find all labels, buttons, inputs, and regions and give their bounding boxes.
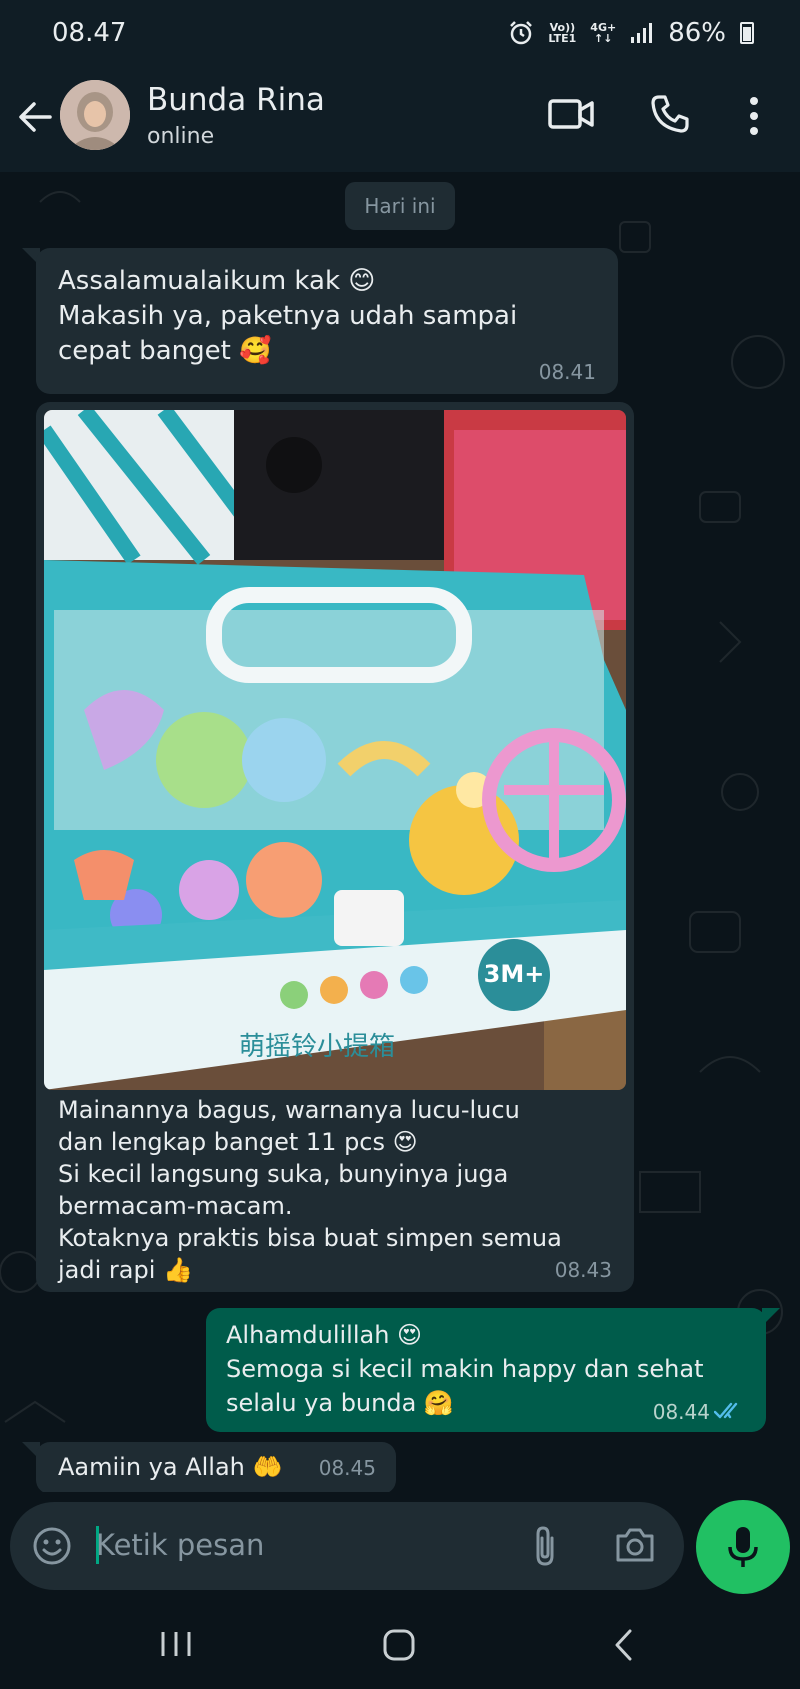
system-nav-bar bbox=[0, 1600, 800, 1689]
chat-header: Bunda Rina online bbox=[0, 70, 800, 172]
toy-box-photo: 3M+ 萌摇铃小提箱 bbox=[44, 410, 626, 1090]
date-chip: Hari ini bbox=[345, 182, 455, 230]
message-bubble-incoming[interactable]: Assalamualaikum kak 😊 Makasih ya, paketn… bbox=[36, 248, 618, 394]
back-arrow-icon[interactable] bbox=[16, 98, 54, 136]
message-bubble-incoming-image[interactable]: 3M+ 萌摇铃小提箱 Mainannya bagus, warnanya luc… bbox=[36, 402, 634, 1292]
signal-icon bbox=[631, 23, 653, 43]
home-icon[interactable] bbox=[382, 1628, 416, 1662]
status-icons: Vo)) LTE1 4G+ ↑↓ 86% bbox=[508, 18, 754, 48]
avatar-image bbox=[60, 80, 130, 150]
message-bubble-outgoing[interactable]: Alhamdulillah 😍 Semoga si kecil makin ha… bbox=[206, 1308, 766, 1432]
voice-call-icon[interactable] bbox=[650, 94, 690, 134]
message-bubble-incoming[interactable]: Aamiin ya Allah 🤲 08.45 bbox=[36, 1442, 396, 1492]
message-text: Assalamualaikum kak 😊 Makasih ya, paketn… bbox=[58, 266, 518, 366]
bubble-tail bbox=[762, 1308, 780, 1326]
battery-icon bbox=[740, 22, 754, 44]
contact-avatar[interactable] bbox=[60, 80, 130, 150]
voice-message-button[interactable] bbox=[696, 1500, 790, 1594]
recent-apps-icon[interactable] bbox=[160, 1630, 192, 1658]
more-options-icon[interactable] bbox=[748, 96, 760, 136]
age-badge-text: 3M+ bbox=[484, 960, 545, 988]
status-time: 08.47 bbox=[52, 18, 127, 48]
camera-icon[interactable] bbox=[614, 1526, 656, 1564]
message-time: 08.41 bbox=[538, 360, 596, 384]
status-bar: 08.47 Vo)) LTE1 4G+ ↑↓ 86% bbox=[0, 0, 800, 70]
box-label-text: 萌摇铃小提箱 bbox=[239, 1032, 395, 1062]
chat-area[interactable]: Hari ini Assalamualaikum kak 😊 Makasih y… bbox=[0, 172, 800, 1492]
contact-status: online bbox=[147, 124, 215, 149]
message-time: 08.45 bbox=[318, 1456, 376, 1480]
message-input[interactable]: Ketik pesan bbox=[96, 1528, 264, 1562]
message-text: Aamiin ya Allah 🤲 bbox=[58, 1453, 283, 1481]
message-time: 08.43 bbox=[554, 1258, 612, 1282]
microphone-icon bbox=[728, 1527, 758, 1567]
network-4g-indicator: 4G+ ↑↓ bbox=[590, 21, 617, 45]
alarm-icon bbox=[510, 21, 533, 45]
message-text: Mainannya bagus, warnanya lucu-lucu dan … bbox=[58, 1096, 562, 1284]
message-photo[interactable]: 3M+ 萌摇铃小提箱 bbox=[44, 410, 626, 1090]
back-nav-icon[interactable] bbox=[612, 1628, 636, 1662]
message-time: 08.44 bbox=[652, 1400, 710, 1424]
emoji-icon[interactable] bbox=[32, 1526, 72, 1566]
read-receipt-icon bbox=[714, 1402, 738, 1419]
video-call-icon[interactable] bbox=[548, 96, 594, 132]
battery-percent: 86% bbox=[668, 18, 726, 48]
message-composer: Ketik pesan bbox=[10, 1502, 684, 1590]
message-text: Alhamdulillah 😍 Semoga si kecil makin ha… bbox=[226, 1321, 704, 1417]
contact-name[interactable]: Bunda Rina bbox=[147, 82, 325, 118]
attachment-icon[interactable] bbox=[530, 1524, 560, 1568]
volte-indicator: Vo)) LTE1 bbox=[548, 21, 577, 45]
